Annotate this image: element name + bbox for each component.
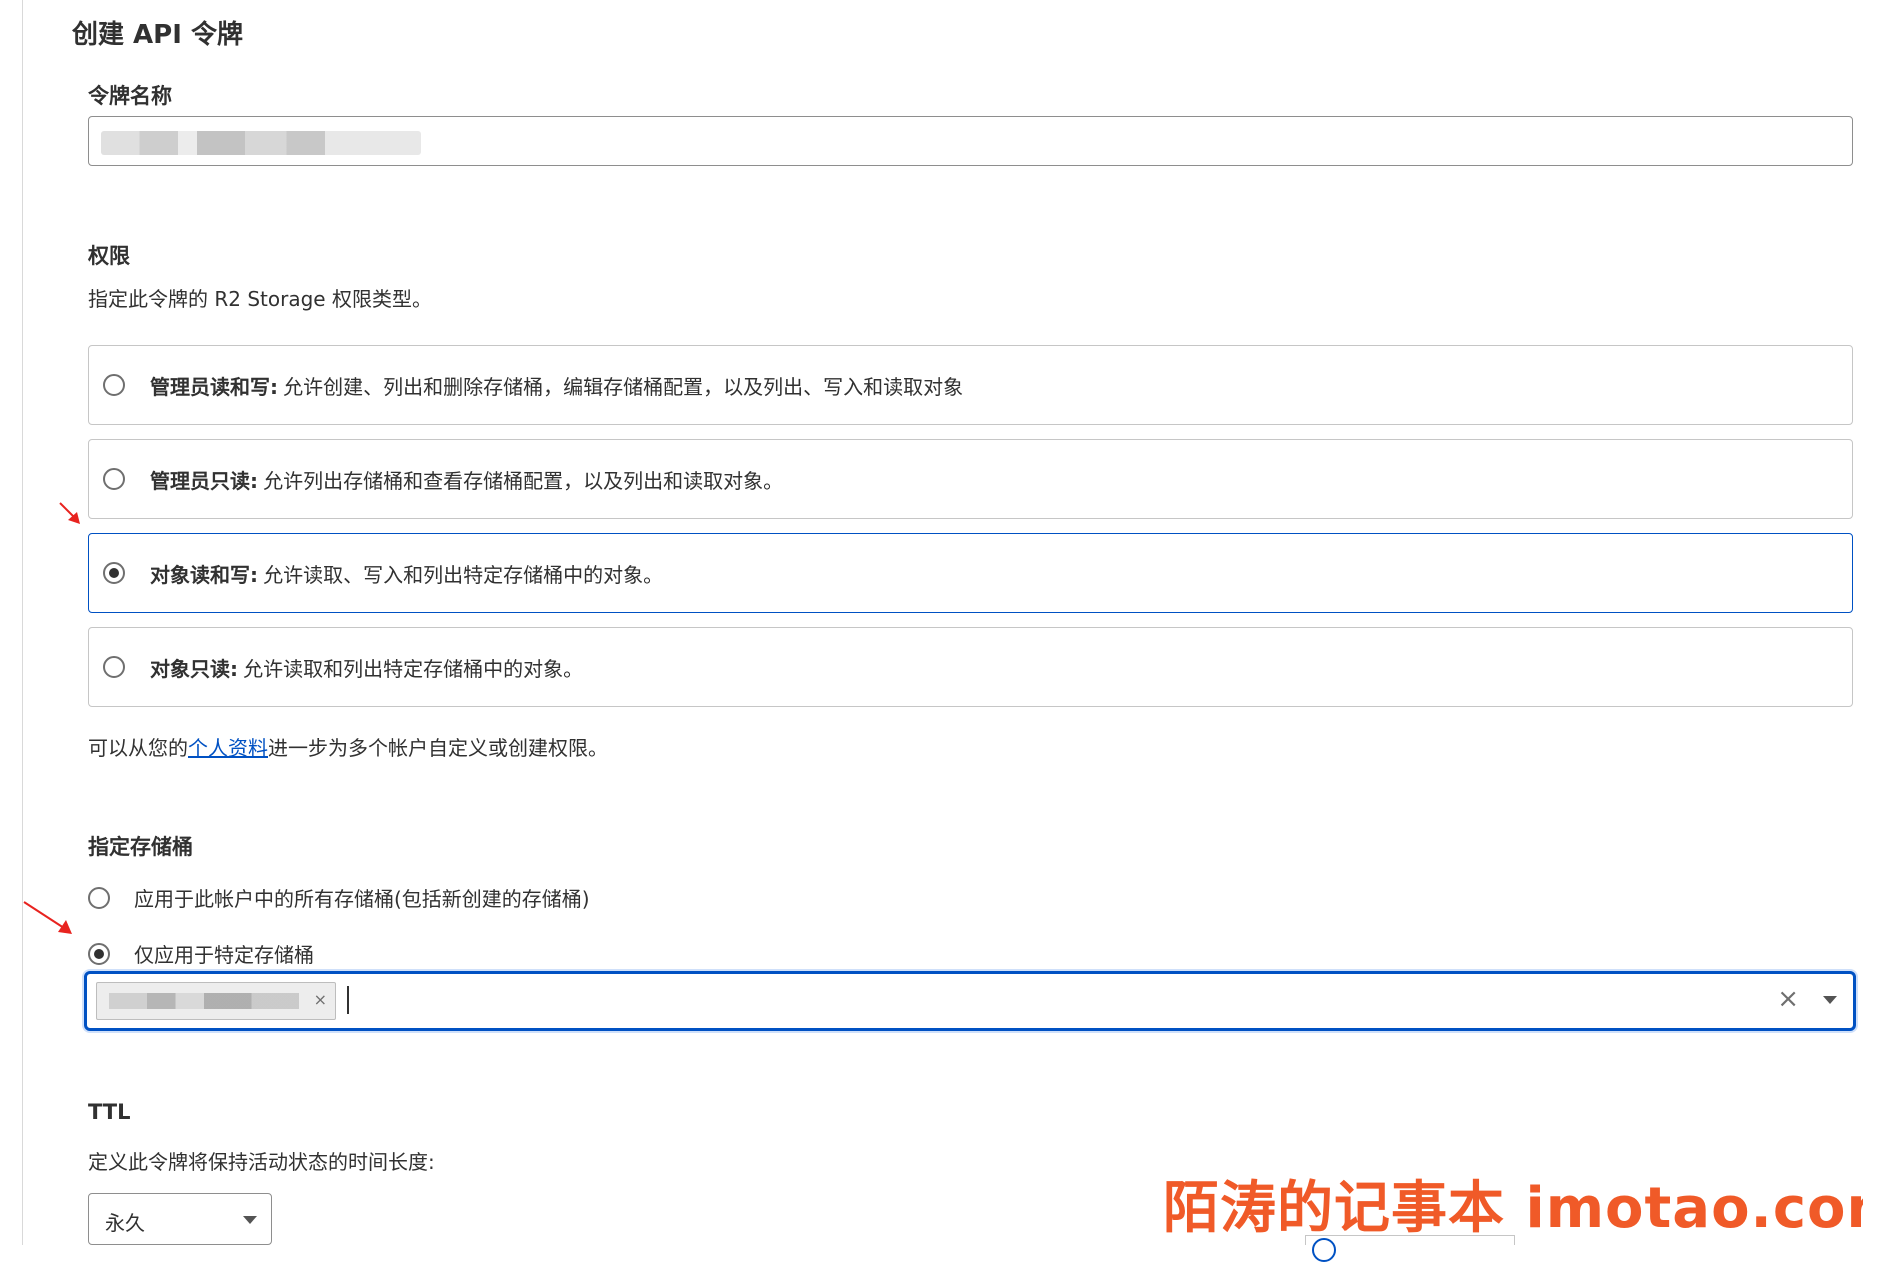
ttl-dropdown-arrow-icon [243,1216,257,1224]
bucket-option-label: 仅应用于特定存储桶 [134,943,314,967]
permission-option-object-read-only[interactable]: 对象只读: 允许读取和列出特定存储桶中的对象。 [88,627,1853,707]
radio-admin-read-write[interactable] [103,374,125,396]
option-description: 允许创建、列出和删除存储桶，编辑存储桶配置，以及列出、写入和读取对象 [283,374,964,399]
token-name-input[interactable] [88,116,1853,166]
permissions-description: 指定此令牌的 R2 Storage 权限类型。 [88,287,432,311]
token-name-label: 令牌名称 [88,84,172,108]
circle-icon [1312,1238,1336,1262]
option-title: 管理员只读: [150,468,258,493]
option-title: 对象只读: [150,656,238,681]
watermark: 陌涛的记事本 imotao.com [1163,1176,1863,1241]
permissions-label: 权限 [88,244,130,268]
bucket-multiselect[interactable]: × × [84,971,1856,1031]
option-title: 对象读和写: [150,562,258,587]
footer-text-before: 可以从您的 [88,736,188,760]
permission-option-object-read-write[interactable]: 对象读和写: 允许读取、写入和列出特定存储桶中的对象。 [88,533,1853,613]
footer-text-after: 进一步为多个帐户自定义或创建权限。 [268,736,608,760]
ttl-value: 永久 [105,1211,145,1235]
permission-option-admin-read-write[interactable]: 管理员读和写: 允许创建、列出和删除存储桶，编辑存储桶配置，以及列出、写入和读取… [88,345,1853,425]
option-description: 允许读取和列出特定存储桶中的对象。 [243,656,584,681]
bucket-option-all[interactable]: 应用于此帐户中的所有存储桶(包括新创建的存储桶) [88,883,590,912]
ttl-select[interactable]: 永久 [88,1193,272,1245]
ttl-label: TTL [88,1100,131,1124]
radio-specific-buckets[interactable] [88,942,110,965]
chip-remove-icon[interactable]: × [314,990,327,1009]
page-title: 创建 API 令牌 [72,20,243,50]
radio-all-buckets[interactable] [88,886,110,909]
bucket-option-specific[interactable]: 仅应用于特定存储桶 [88,939,314,968]
option-description: 允许列出存储桶和查看存储桶配置，以及列出和读取对象。 [263,468,784,493]
radio-admin-read-only[interactable] [103,468,125,490]
dropdown-arrow-icon[interactable] [1823,996,1837,1004]
bucket-option-label: 应用于此帐户中的所有存储桶(包括新创建的存储桶) [134,887,590,911]
ttl-description: 定义此令牌将保持活动状态的时间长度: [88,1150,435,1174]
selected-bucket-chip: × [96,982,336,1020]
redacted-token-name [101,131,421,155]
text-cursor [347,986,349,1014]
option-description: 允许读取、写入和列出特定存储桶中的对象。 [263,562,664,587]
redacted-bucket-name [109,993,299,1009]
buckets-label: 指定存储桶 [88,835,193,859]
clear-selection-icon[interactable]: × [1777,984,1799,1014]
radio-object-read-write[interactable] [103,562,125,584]
permission-option-admin-read-only[interactable]: 管理员只读: 允许列出存储桶和查看存储桶配置，以及列出和读取对象。 [88,439,1853,519]
radio-object-read-only[interactable] [103,656,125,678]
left-divider [22,0,23,1245]
annotation-arrow-icon [59,502,80,524]
permissions-footer: 可以从您的个人资料进一步为多个帐户自定义或创建权限。 [88,732,608,761]
partial-widget [1305,1235,1515,1262]
profile-link[interactable]: 个人资料 [188,736,268,760]
option-title: 管理员读和写: [150,374,278,399]
annotation-arrow-icon [23,901,72,934]
